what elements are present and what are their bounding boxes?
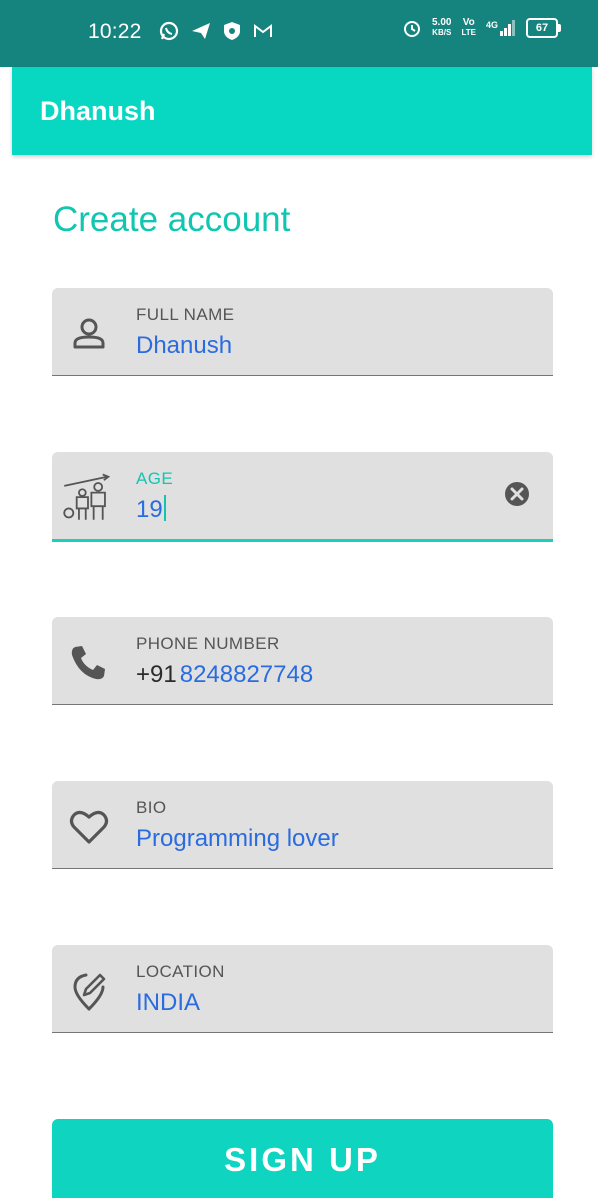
age-input[interactable]: 19 — [136, 495, 166, 524]
clear-icon[interactable] — [503, 480, 531, 508]
phone-number-input[interactable]: +91 8248827748 — [136, 661, 313, 689]
location-field[interactable]: LOCATION INDIA — [52, 945, 553, 1033]
network-type: 4G — [485, 20, 498, 30]
alarm-icon — [404, 21, 420, 37]
location-value[interactable]: INDIA — [136, 989, 200, 1017]
age-label: AGE — [136, 469, 174, 488]
telegram-icon — [192, 23, 210, 39]
full-name-field[interactable]: FULL NAME Dhanush — [52, 288, 553, 376]
age-field[interactable]: AGE 19 — [52, 452, 553, 542]
phone-number-label: PHONE NUMBER — [136, 634, 280, 653]
phone-number-value: 8248827748 — [179, 661, 314, 688]
age-value: 19 — [136, 496, 163, 523]
text-cursor — [163, 495, 166, 521]
net-speed-unit: KB/S — [432, 28, 452, 37]
status-right-icons: 5.00 KB/S Vo LTE 4G 67 — [402, 18, 561, 38]
heart-icon — [69, 810, 109, 844]
shield-icon — [224, 22, 240, 40]
battery-icon: 67 — [526, 18, 561, 38]
age-growth-icon — [63, 473, 111, 520]
location-edit-icon — [73, 973, 106, 1011]
volte-bottom: LTE — [461, 28, 476, 37]
person-icon — [73, 318, 105, 349]
phone-number-field[interactable]: PHONE NUMBER +91 8248827748 — [52, 617, 553, 705]
location-label: LOCATION — [136, 962, 225, 981]
gmail-icon — [254, 24, 272, 37]
bio-field[interactable]: BIO Programming lover — [52, 781, 553, 869]
volte-top: Vo — [462, 17, 475, 28]
notification-icons — [158, 20, 274, 42]
status-time: 10:22 — [88, 20, 142, 43]
country-code-prefix: +91 — [136, 661, 177, 688]
signal-icon: 4G — [486, 20, 516, 36]
net-speed-value: 5.00 — [432, 17, 452, 28]
net-speed: 5.00 KB/S — [432, 18, 451, 38]
full-name-value[interactable]: Dhanush — [136, 332, 232, 360]
page-title: Create account — [53, 200, 291, 239]
app-bar: Dhanush — [12, 67, 592, 155]
status-bar: 10:22 5.00 KB/S Vo LTE 4G 67 — [0, 0, 598, 67]
battery-level: 67 — [535, 22, 549, 34]
sign-up-button[interactable]: SIGN UP — [52, 1119, 553, 1198]
bio-value[interactable]: Programming lover — [136, 825, 339, 853]
app-bar-title: Dhanush — [40, 96, 156, 126]
whatsapp-icon — [159, 21, 179, 41]
phone-icon — [71, 646, 105, 680]
full-name-label: FULL NAME — [136, 305, 235, 324]
volte-badge: Vo LTE — [461, 18, 476, 38]
bio-label: BIO — [136, 798, 167, 817]
